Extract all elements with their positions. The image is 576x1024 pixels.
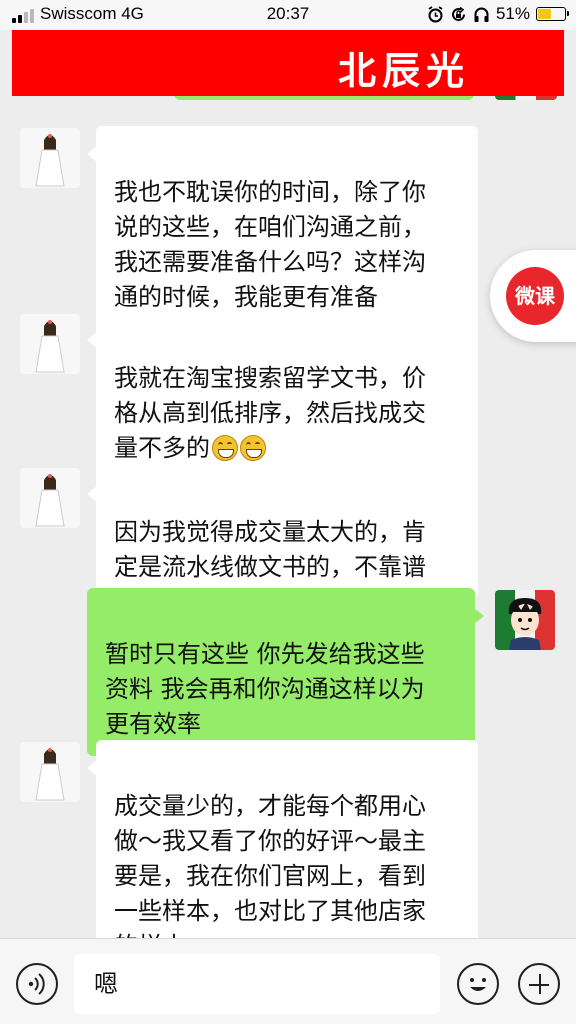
message-bubble[interactable]: 我就在淘宝搜索留学文书，价 格从高到低排序，然后找成交 量不多的: [87, 312, 478, 480]
message-text: 我就在淘宝搜索留学文书，价 格从高到低排序，然后找成交 量不多的: [114, 364, 426, 462]
sent-message-bubble[interactable]: 暂时只有这些 你先发给我这些 资料 我会再和你沟通这样以为 更有效率: [87, 588, 484, 756]
grinning-face-icon: [240, 435, 266, 461]
contact-avatar[interactable]: [20, 128, 80, 188]
contact-avatar[interactable]: [20, 314, 80, 374]
contact-avatar[interactable]: [20, 742, 80, 802]
emoji-button[interactable]: [457, 963, 499, 1005]
grinning-face-icon: [212, 435, 238, 461]
message-input[interactable]: 嗯: [74, 954, 440, 1014]
message-bubble[interactable]: 因为我觉得成交量太大的，肯 定是流水线做文书的，不靠谱: [87, 466, 478, 599]
voice-input-button[interactable]: [16, 963, 58, 1005]
rotation-lock-icon: [450, 6, 467, 23]
input-bar: 嗯: [0, 938, 576, 1024]
smiley-icon: [470, 978, 486, 991]
voice-icon: [28, 973, 45, 995]
weike-label: 微课: [506, 267, 564, 325]
weike-float-button[interactable]: 微课: [490, 250, 576, 342]
message-text: 我也不耽误你的时间，除了你 说的这些，在咱们沟通之前， 我还需要准备什么吗？这样…: [114, 178, 426, 311]
battery-percent: 51%: [495, 4, 530, 23]
headphones-icon: [473, 6, 490, 23]
user-avatar[interactable]: [495, 590, 555, 650]
chat-area[interactable]: 我也不耽误你的时间，除了你 说的这些，在咱们沟通之前， 我还需要准备什么吗？这样…: [0, 100, 576, 978]
contact-avatar[interactable]: [20, 468, 80, 528]
message-text: 成交量少的，才能每个都用心 做～我又看了你的好评～最主 要是，我在你们官网上，看…: [114, 792, 426, 960]
alarm-icon: [427, 5, 444, 23]
message-text: 因为我觉得成交量太大的，肯 定是流水线做文书的，不靠谱: [114, 518, 426, 581]
battery-icon: [536, 7, 569, 21]
status-bar: Swisscom 4G 20:37 51%: [0, 0, 576, 30]
message-bubble[interactable]: 我也不耽误你的时间，除了你 说的这些，在咱们沟通之前， 我还需要准备什么吗？这样…: [87, 126, 478, 329]
more-options-button[interactable]: [518, 963, 560, 1005]
banner-title: 北辰光: [338, 48, 471, 93]
header-banner: 北辰光: [12, 30, 564, 96]
message-text: 暂时只有这些 你先发给我这些 资料 我会再和你沟通这样以为 更有效率: [105, 640, 425, 738]
